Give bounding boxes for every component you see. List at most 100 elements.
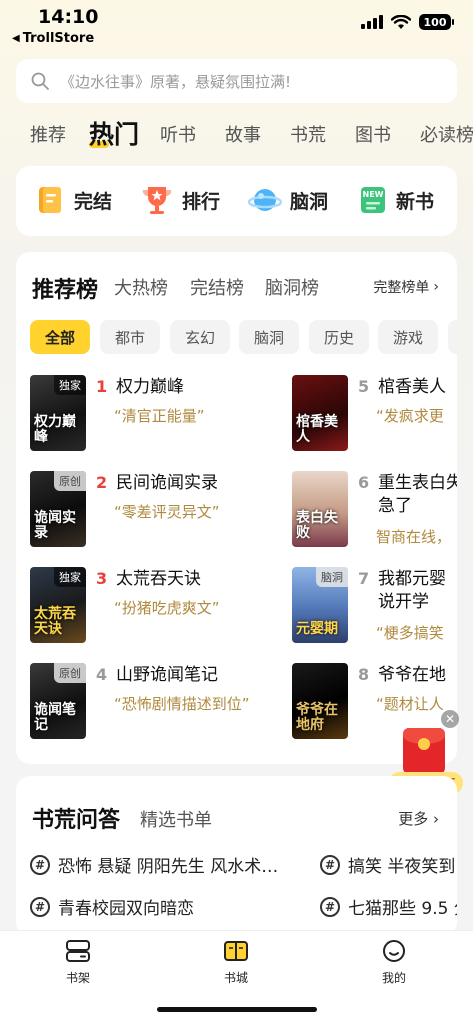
book-title: 太荒吞天诀 bbox=[116, 569, 201, 589]
qa-topic[interactable]: # 搞笑 半夜笑到 bbox=[320, 852, 455, 877]
book-tag: 脑洞 bbox=[316, 567, 348, 587]
book-title: 爷爷在地 bbox=[378, 665, 446, 685]
hashtag-icon: # bbox=[320, 854, 340, 875]
book-item[interactable]: 独家 太荒吞天诀 3 太荒吞天诀 “扮猪吃虎爽文” bbox=[30, 567, 290, 647]
ranking-right-column: 棺香美人 5 棺香美人 “发疯求更 表白失败 6 重生表白失 急了 智商在线， … bbox=[292, 375, 457, 745]
red-envelope-icon bbox=[403, 728, 445, 774]
book-cover: 原创 诡闻笔记 bbox=[30, 663, 86, 739]
book-tag: 独家 bbox=[54, 375, 86, 395]
book-item[interactable]: 棺香美人 5 棺香美人 “发疯求更 bbox=[292, 375, 457, 455]
qa-topic-text: 恐怖 悬疑 阴阳先生 风水术… bbox=[58, 857, 279, 877]
tab-books[interactable]: 图书 bbox=[355, 121, 391, 147]
rank-number: 3 bbox=[96, 569, 108, 588]
search-placeholder: 《边水往事》原著，悬疑氛围拉满! bbox=[60, 72, 292, 91]
quick-entry-ranking[interactable]: 排行 bbox=[140, 184, 220, 216]
tab-stories[interactable]: 故事 bbox=[225, 121, 261, 147]
book-complete-icon bbox=[39, 187, 61, 213]
search-icon bbox=[31, 72, 49, 90]
cover-title: 诡闻笔记 bbox=[34, 702, 76, 733]
qa-topic[interactable]: # 七猫那些 9.5 分 bbox=[320, 894, 457, 919]
tab-completed-ranking[interactable]: 完结榜 bbox=[190, 274, 244, 300]
book-item[interactable]: 原创 诡闻笔记 4 山野诡闻笔记 “恐怖剧情描述到位” bbox=[30, 663, 290, 743]
tab-must-read[interactable]: 必读榜 bbox=[420, 121, 473, 147]
full-ranking-link[interactable]: 完整榜单 › bbox=[373, 277, 439, 297]
book-cover: 爷爷在地府 bbox=[292, 663, 348, 739]
quick-entry-label: 脑洞 bbox=[290, 190, 329, 213]
chip-brainhole[interactable]: 脑洞 bbox=[239, 320, 299, 354]
quick-entry-label: 完结 bbox=[74, 190, 113, 213]
qa-topic-text: 七猫那些 9.5 分 bbox=[348, 899, 457, 919]
chip-more[interactable] bbox=[448, 320, 457, 354]
hashtag-icon: # bbox=[30, 896, 50, 917]
book-quote: “扮猪吃虎爽文” bbox=[114, 599, 220, 617]
chip-history[interactable]: 历史 bbox=[309, 320, 369, 354]
home-indicator bbox=[157, 1007, 317, 1012]
book-quote: “梗多搞笑 bbox=[376, 624, 444, 642]
rank-number: 2 bbox=[96, 473, 108, 492]
qa-more-link[interactable]: 更多 › bbox=[398, 808, 439, 829]
rank-number: 4 bbox=[96, 665, 108, 684]
book-tag: 原创 bbox=[54, 663, 86, 683]
rank-number: 8 bbox=[358, 665, 370, 684]
hashtag-icon: # bbox=[320, 896, 340, 917]
chip-games[interactable]: 游戏 bbox=[378, 320, 438, 354]
chevron-right-icon: › bbox=[433, 279, 439, 295]
close-icon[interactable]: ✕ bbox=[441, 710, 459, 728]
planet-icon bbox=[248, 189, 282, 211]
genre-chips: 全部 都市 玄幻 脑洞 历史 游戏 bbox=[30, 320, 457, 354]
back-to-app-link[interactable]: ◀ TrollStore bbox=[12, 31, 94, 46]
book-title: 山野诡闻笔记 bbox=[116, 665, 218, 685]
qa-title: 书荒问答 bbox=[32, 808, 121, 833]
tab-recommend[interactable]: 推荐 bbox=[30, 121, 66, 147]
book-title: 棺香美人 bbox=[378, 377, 446, 397]
book-quote: “清官正能量” bbox=[114, 407, 205, 425]
qa-topics: # 恐怖 悬疑 阴阳先生 风水术… # 搞笑 半夜笑到 # 青春校园双向暗恋 #… bbox=[30, 852, 457, 932]
quick-entry-complete[interactable]: 完结 bbox=[34, 184, 112, 216]
qa-topic-text: 青春校园双向暗恋 bbox=[58, 899, 194, 919]
book-item[interactable]: 原创 诡闻实录 2 民间诡闻实录 “零差评灵异文” bbox=[30, 471, 290, 551]
chip-all[interactable]: 全部 bbox=[30, 320, 90, 354]
tab-hot-ranking[interactable]: 大热榜 bbox=[114, 274, 168, 300]
cover-title: 表白失败 bbox=[296, 510, 338, 541]
chip-fantasy[interactable]: 玄幻 bbox=[170, 320, 230, 354]
cellular-signal-icon bbox=[361, 15, 383, 29]
nav-profile[interactable]: 我的 bbox=[354, 939, 434, 986]
search-bar[interactable]: 《边水往事》原著，悬疑氛围拉满! bbox=[16, 59, 457, 103]
qa-topic[interactable]: # 青春校园双向暗恋 bbox=[30, 894, 194, 919]
svg-text:NEW: NEW bbox=[363, 190, 384, 199]
book-item[interactable]: 脑洞 元婴期 7 我都元婴 说开学 “梗多搞笑 bbox=[292, 567, 457, 647]
tab-book-shortage[interactable]: 书荒 bbox=[290, 121, 326, 147]
book-item[interactable]: 独家 权力巅峰 1 权力巅峰 “清官正能量” bbox=[30, 375, 290, 455]
tab-brainhole-ranking[interactable]: 脑洞榜 bbox=[265, 274, 319, 300]
back-app-label: TrollStore bbox=[22, 31, 95, 46]
wifi-icon bbox=[391, 14, 411, 29]
book-title: 民间诡闻实录 bbox=[116, 473, 218, 493]
chevron-right-icon: › bbox=[433, 810, 439, 828]
book-title: 我都元婴 bbox=[378, 569, 446, 589]
tab-audiobook[interactable]: 听书 bbox=[160, 121, 196, 147]
book-quote: “恐怖剧情描述到位” bbox=[114, 695, 250, 713]
back-triangle-icon: ◀ bbox=[12, 33, 20, 44]
book-item[interactable]: 表白失败 6 重生表白失 急了 智商在线， bbox=[292, 471, 457, 551]
rank-number: 5 bbox=[358, 377, 370, 396]
trophy-icon bbox=[142, 187, 172, 214]
book-cover: 表白失败 bbox=[292, 471, 348, 547]
book-title: 权力巅峰 bbox=[116, 377, 184, 397]
book-qa-card: 书荒问答 精选书单 更多 › # 恐怖 悬疑 阴阳先生 风水术… # 搞笑 半夜… bbox=[16, 776, 457, 936]
clock: 14:10 bbox=[38, 6, 99, 28]
rank-number: 1 bbox=[96, 377, 108, 396]
quick-entry-new-books[interactable]: NEW 新书 bbox=[358, 184, 434, 216]
book-title-line2: 急了 bbox=[378, 496, 412, 516]
full-ranking-label: 完整榜单 bbox=[373, 280, 430, 296]
nav-bookstore[interactable]: 书城 bbox=[196, 939, 276, 986]
cover-title: 棺香美人 bbox=[296, 414, 338, 445]
qa-topic-text: 搞笑 半夜笑到 bbox=[348, 857, 456, 877]
book-cover: 原创 诡闻实录 bbox=[30, 471, 86, 547]
bookstore-icon bbox=[224, 941, 248, 961]
nav-bookshelf[interactable]: 书架 bbox=[38, 939, 118, 986]
qa-topic[interactable]: # 恐怖 悬疑 阴阳先生 风水术… bbox=[30, 852, 278, 877]
chip-urban[interactable]: 都市 bbox=[100, 320, 160, 354]
book-title-line2: 说开学 bbox=[378, 592, 429, 612]
tab-hot[interactable]: 热门 bbox=[89, 115, 139, 151]
quick-entry-brainhole[interactable]: 脑洞 bbox=[248, 184, 328, 216]
